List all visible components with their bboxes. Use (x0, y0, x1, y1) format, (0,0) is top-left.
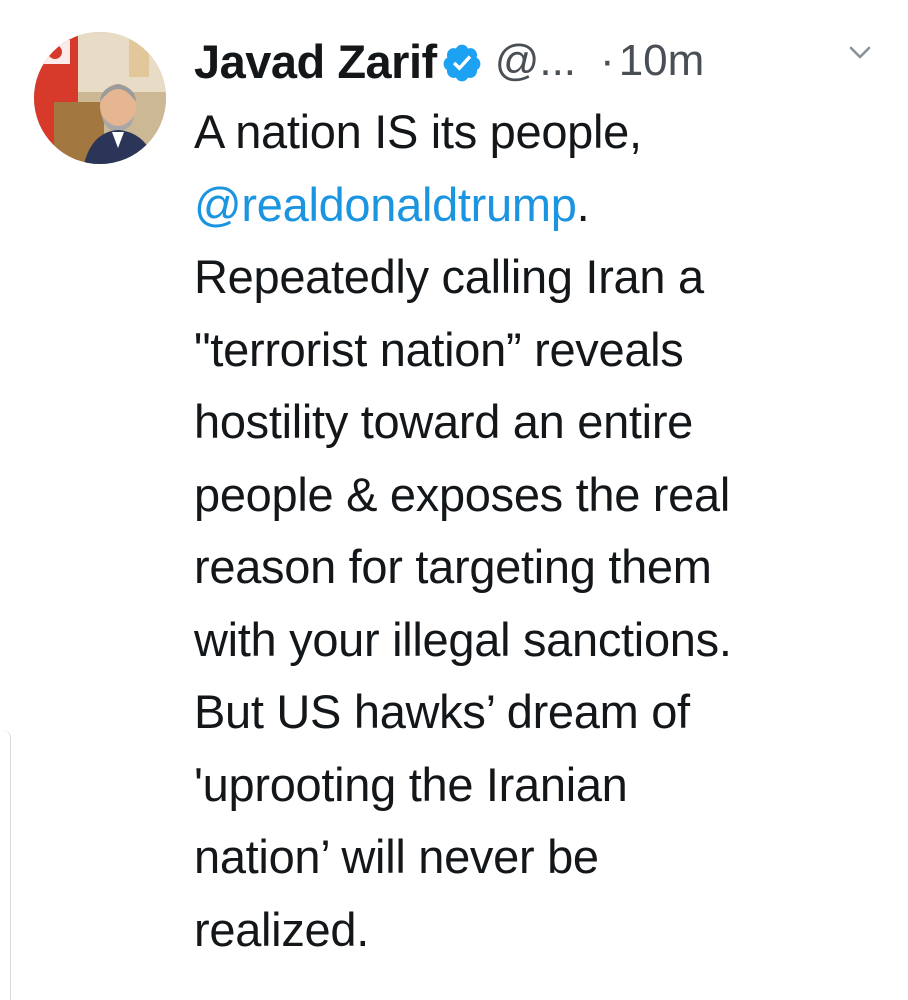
tweet-line: nation’ will never be (194, 830, 599, 883)
tweet-line: people & exposes the real (194, 467, 730, 521)
tweet[interactable]: Javad Zarif @... · 10m A nation IS its p… (0, 0, 908, 1000)
author-handle[interactable]: @... (495, 36, 576, 86)
tweet-line: with your illegal sanctions. (194, 612, 732, 666)
timestamp[interactable]: 10m (619, 36, 705, 86)
tweet-line: 'uprooting the Iranian (194, 757, 628, 811)
punctuation: . (576, 177, 590, 231)
tweet-line: A nation IS its people, (194, 105, 642, 158)
tweet-header: Javad Zarif @... · 10m (194, 26, 704, 96)
tweet-line: "terrorist nation” reveals (194, 322, 684, 376)
verified-badge-icon (441, 42, 483, 84)
tweet-text: A nation IS its people, @realdonaldtrump… (194, 96, 894, 966)
avatar-photo (34, 32, 166, 164)
tweet-line: hostility toward an entire (194, 395, 694, 448)
meta-separator: · (600, 36, 615, 85)
tweet-line: Repeatedly calling Iran a (194, 250, 704, 303)
tweet-line: But US hawks’ dream of (194, 685, 690, 738)
tweet-line: realized. (194, 902, 369, 956)
panel-edge (0, 730, 11, 1000)
author-name[interactable]: Javad Zarif (194, 34, 437, 89)
tweet-line: @realdonaldtrump. (194, 169, 894, 242)
tweet-line: reason for targeting them (194, 540, 712, 593)
mention-link[interactable]: @realdonaldtrump (194, 178, 577, 231)
avatar[interactable] (34, 32, 166, 164)
chevron-down-icon[interactable] (846, 38, 874, 66)
